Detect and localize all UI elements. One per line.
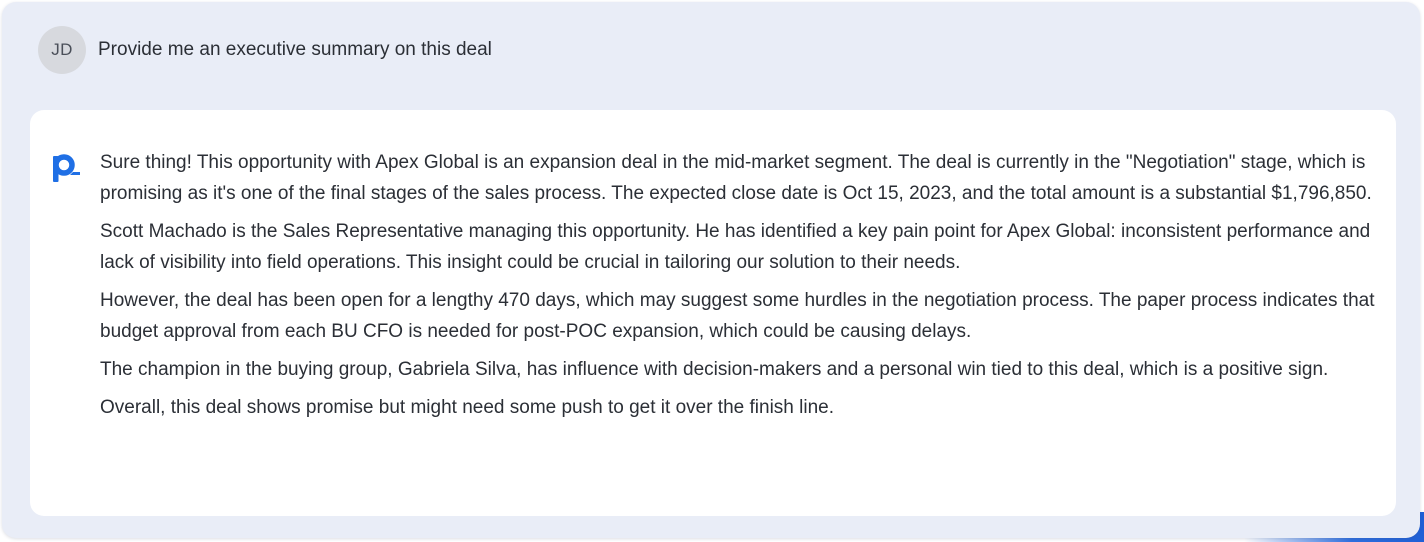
avatar: JD xyxy=(38,26,86,74)
response-paragraph: Sure thing! This opportunity with Apex G… xyxy=(100,152,1372,204)
user-message-row: JD Provide me an executive summary on th… xyxy=(38,26,492,74)
chat-view: JD Provide me an executive summary on th… xyxy=(0,0,1424,542)
chat-panel: JD Provide me an executive summary on th… xyxy=(2,2,1420,538)
p-brand-icon xyxy=(50,150,84,184)
response-paragraph: Scott Machado is the Sales Representativ… xyxy=(100,221,1371,273)
response-paragraph: The champion in the buying group, Gabrie… xyxy=(100,359,1329,380)
assistant-response-card: Sure thing! This opportunity with Apex G… xyxy=(30,110,1396,516)
user-message-text: Provide me an executive summary on this … xyxy=(98,39,492,60)
avatar-initials: JD xyxy=(51,40,73,59)
response-paragraph: However, the deal has been open for a le… xyxy=(100,290,1375,342)
response-paragraph: Overall, this deal shows promise but mig… xyxy=(100,397,834,418)
assistant-response-text: Sure thing! This opportunity with Apex G… xyxy=(100,147,1382,430)
